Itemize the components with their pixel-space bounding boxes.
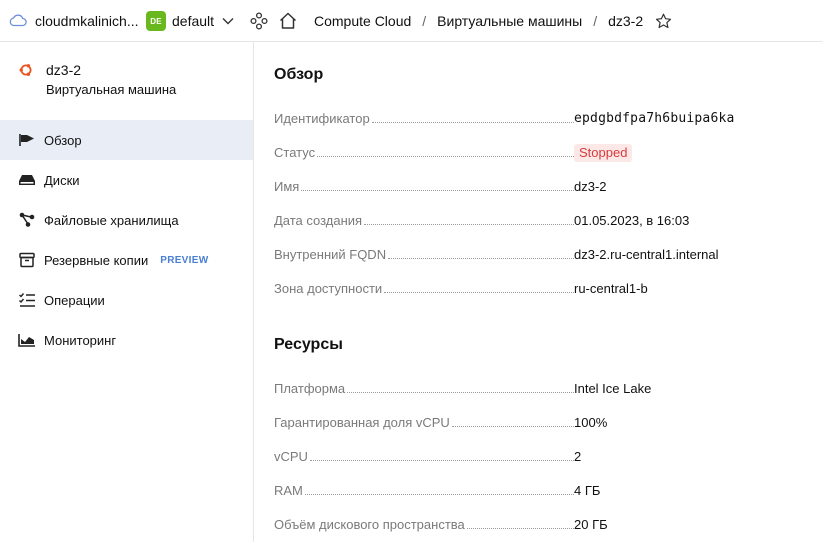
chart-icon	[18, 332, 36, 348]
archive-icon	[18, 252, 36, 268]
home-icon[interactable]	[278, 11, 298, 34]
ram-value: 4 ГБ	[574, 483, 601, 498]
property-row: Зона доступности ru-central1-b	[274, 270, 814, 304]
property-label: Зона доступности	[274, 281, 383, 296]
breadcrumb-separator: /	[593, 13, 598, 29]
property-row: Объём дискового пространства 20 ГБ	[274, 506, 814, 540]
vcpu-value: 2	[574, 449, 582, 464]
sidebar-item-label: Файловые хранилища	[44, 212, 179, 228]
zone-value: ru-central1-b	[574, 281, 648, 296]
property-row: Платформа Intel Ice Lake	[274, 370, 814, 404]
cloud-selector[interactable]: cloudmkalinich...	[9, 12, 139, 30]
property-label: Имя	[274, 179, 300, 194]
property-label: RAM	[274, 483, 303, 498]
property-label: vCPU	[274, 449, 308, 464]
ubuntu-icon	[18, 62, 34, 78]
folder-name: default	[172, 13, 215, 29]
property-label: Дата создания	[274, 213, 363, 228]
breadcrumb-compute-cloud[interactable]: Compute Cloud	[314, 13, 411, 29]
breadcrumb-virtual-machines[interactable]: Виртуальные машины	[437, 13, 582, 29]
disk-size-value: 20 ГБ	[574, 517, 608, 532]
property-label: Внутренний FQDN	[274, 247, 387, 262]
property-label: Идентификатор	[274, 111, 370, 126]
sidebar-item-overview[interactable]: Обзор	[0, 120, 253, 160]
property-row: Дата создания 01.05.2023, в 16:03	[274, 202, 814, 236]
fqdn-value[interactable]: dz3-2.ru-central1.internal	[574, 247, 719, 270]
property-row: RAM 4 ГБ	[274, 472, 814, 506]
disk-icon	[18, 172, 36, 188]
overview-properties: Идентификатор epdgbdfpa7h6buipa6ka Стату…	[274, 100, 814, 304]
property-row: Внутренний FQDN dz3-2.ru-central1.intern…	[274, 236, 814, 270]
vm-id-value[interactable]: epdgbdfpa7h6buipa6ka	[574, 111, 735, 134]
sidebar-item-label: Диски	[44, 172, 80, 188]
chevron-down-icon	[222, 17, 234, 25]
property-row: Имя dz3-2	[274, 168, 814, 202]
folder-selector[interactable]: DE default	[146, 11, 234, 31]
file-storage-icon	[18, 212, 36, 228]
cloud-name: cloudmkalinich...	[35, 13, 139, 29]
list-icon	[18, 292, 36, 308]
sidebar-item-disks[interactable]: Диски	[0, 160, 253, 200]
property-label: Статус	[274, 145, 316, 160]
property-row: vCPU 2	[274, 438, 814, 472]
preview-badge: PREVIEW	[160, 254, 209, 266]
platform-value: Intel Ice Lake	[574, 381, 652, 396]
sidebar-item-label: Операции	[44, 292, 105, 308]
property-label: Объём дискового пространства	[274, 517, 465, 532]
sidebar-item-label: Резервные копии	[44, 252, 149, 268]
sidebar-item-monitoring[interactable]: Мониторинг	[0, 320, 253, 360]
overview-title: Обзор	[274, 66, 324, 83]
sidebar: dz3-2 Виртуальная машина Обзор Диски Фай…	[0, 42, 254, 542]
vm-name: dz3-2	[46, 62, 82, 78]
sidebar-item-backups[interactable]: Резервные копии PREVIEW	[0, 240, 253, 280]
property-label: Платформа	[274, 381, 346, 396]
created-at-value: 01.05.2023, в 16:03	[574, 213, 690, 228]
vm-type: Виртуальная машина	[46, 82, 177, 97]
property-row: Идентификатор epdgbdfpa7h6buipa6ka	[274, 100, 814, 134]
resources-properties: Платформа Intel Ice Lake Гарантированная…	[274, 370, 814, 540]
sidebar-item-file-storages[interactable]: Файловые хранилища	[0, 200, 253, 240]
services-icon[interactable]	[250, 12, 268, 33]
sidebar-item-label: Мониторинг	[44, 332, 117, 348]
property-label: Гарантированная доля vCPU	[274, 415, 450, 430]
core-fraction-value: 100%	[574, 415, 608, 430]
breadcrumb-separator: /	[422, 13, 427, 29]
cloud-icon	[9, 13, 27, 30]
breadcrumb-current-vm: dz3-2	[608, 13, 644, 29]
star-icon[interactable]	[655, 13, 672, 29]
breadcrumb: Compute Cloud / Виртуальные машины / dz3…	[314, 12, 672, 30]
property-row: Гарантированная доля vCPU 100%	[274, 404, 814, 438]
vm-header: dz3-2 Виртуальная машина	[18, 62, 176, 97]
folder-badge: DE	[146, 11, 166, 31]
flag-icon	[18, 132, 36, 148]
property-row: Статус Stopped	[274, 134, 814, 168]
sidebar-item-label: Обзор	[44, 132, 82, 148]
vm-name-value: dz3-2	[574, 179, 607, 194]
sidebar-item-operations[interactable]: Операции	[0, 280, 253, 320]
status-badge: Stopped	[574, 144, 633, 162]
resources-title: Ресурсы	[274, 336, 343, 353]
top-bar: cloudmkalinich... DE default Compute Clo…	[0, 0, 822, 42]
sidebar-nav: Обзор Диски Файловые хранилища Резервные…	[0, 120, 253, 360]
